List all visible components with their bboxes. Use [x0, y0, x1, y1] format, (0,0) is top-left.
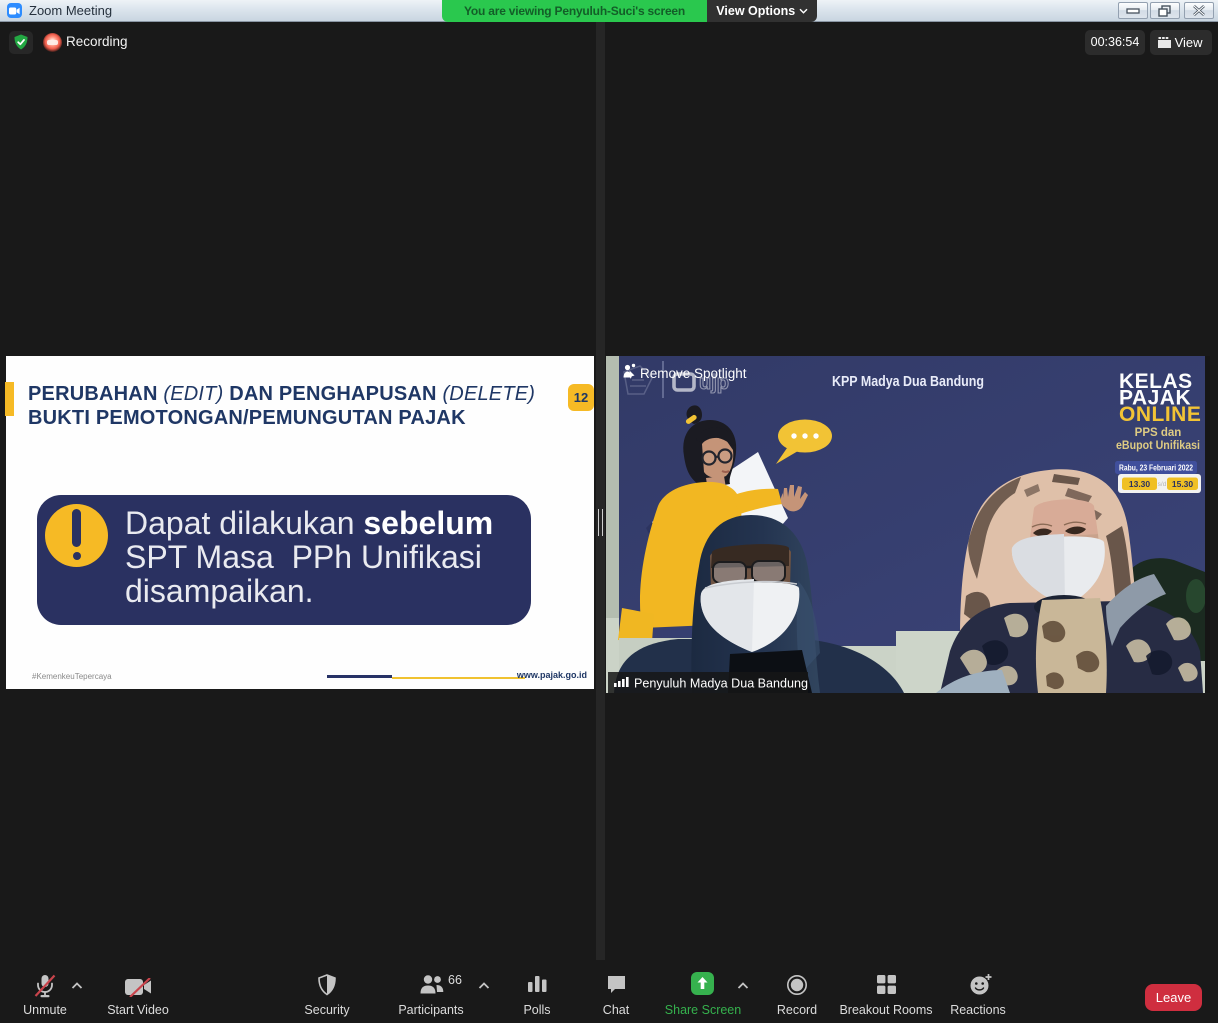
svg-text:s/d: s/d — [1158, 481, 1167, 488]
svg-text:15.30: 15.30 — [1172, 479, 1194, 489]
svg-text:13.30: 13.30 — [1129, 479, 1151, 489]
svg-text:Penyuluh Madya Dua Bandung: Penyuluh Madya Dua Bandung — [634, 676, 808, 691]
svg-text:KPP Madya Dua Bandung: KPP Madya Dua Bandung — [832, 374, 984, 390]
svg-text:Remove Spotlight: Remove Spotlight — [640, 366, 747, 381]
svg-text:Rabu, 23 Februari 2022: Rabu, 23 Februari 2022 — [1119, 464, 1193, 473]
svg-text:PPS dan: PPS dan — [1135, 427, 1182, 439]
svg-text:ONLINE: ONLINE — [1119, 403, 1201, 426]
svg-text:eBupot Unifikasi: eBupot Unifikasi — [1116, 440, 1200, 452]
